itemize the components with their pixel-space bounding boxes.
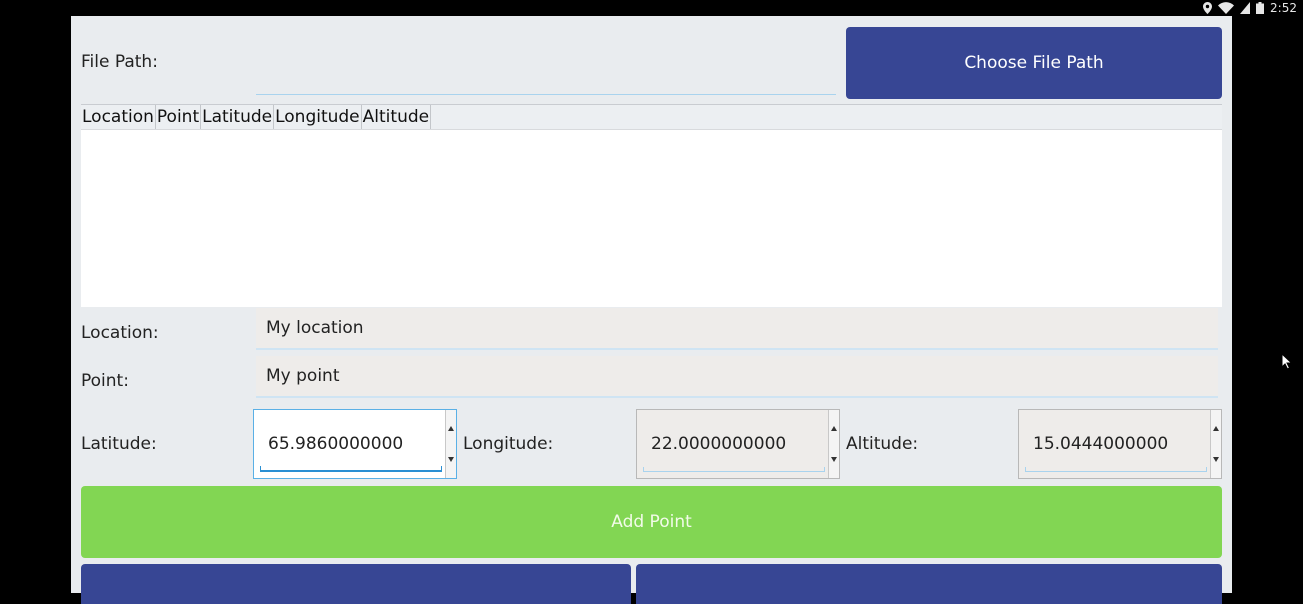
latitude-spinbox[interactable]: 65.9860000000: [253, 409, 457, 479]
latitude-label: Latitude:: [81, 434, 157, 454]
location-input[interactable]: My location: [256, 308, 1218, 350]
arrow-down-icon[interactable]: [1213, 457, 1219, 462]
longitude-label: Longitude:: [463, 434, 554, 454]
column-header-latitude[interactable]: Latitude: [201, 105, 275, 129]
add-point-button[interactable]: Add Point: [81, 486, 1222, 558]
location-label: Location:: [81, 323, 159, 343]
column-header-point[interactable]: Point: [156, 105, 202, 129]
table-header: Location Point Latitude Longitude Altitu…: [81, 105, 1222, 130]
mouse-cursor-icon: [1281, 353, 1292, 370]
file-path-label: File Path:: [81, 52, 158, 72]
wifi-icon: [1218, 2, 1235, 14]
altitude-underline: [1025, 467, 1207, 472]
altitude-spinbox[interactable]: 15.0444000000: [1018, 409, 1222, 479]
longitude-underline: [643, 467, 825, 472]
latitude-underline: [260, 466, 442, 472]
bottom-right-button[interactable]: [636, 564, 1222, 604]
arrow-up-icon[interactable]: [1213, 426, 1219, 431]
column-header-longitude[interactable]: Longitude: [274, 105, 362, 129]
column-header-location[interactable]: Location: [81, 105, 156, 129]
status-icons: 2:52: [1203, 0, 1297, 16]
signal-icon: [1240, 2, 1251, 14]
altitude-label: Altitude:: [846, 434, 919, 454]
file-path-input[interactable]: [256, 54, 836, 95]
point-input[interactable]: My point: [256, 356, 1218, 398]
battery-icon: [1256, 2, 1265, 14]
column-header-altitude[interactable]: Altitude: [362, 105, 432, 129]
choose-file-path-button[interactable]: Choose File Path: [846, 27, 1222, 99]
bottom-left-button[interactable]: [81, 564, 631, 604]
latitude-stepper[interactable]: [445, 410, 456, 478]
app-window: File Path: Choose File Path Location Poi…: [71, 16, 1232, 604]
longitude-spinbox[interactable]: 22.0000000000: [636, 409, 840, 479]
points-table[interactable]: Location Point Latitude Longitude Altitu…: [81, 104, 1222, 307]
arrow-up-icon[interactable]: [448, 426, 454, 431]
arrow-down-icon[interactable]: [448, 457, 454, 462]
altitude-stepper[interactable]: [1210, 410, 1221, 478]
arrow-down-icon[interactable]: [831, 457, 837, 462]
arrow-up-icon[interactable]: [831, 426, 837, 431]
location-icon: [1203, 2, 1213, 14]
point-label: Point:: [81, 371, 129, 391]
status-bar: 2:52: [0, 0, 1303, 16]
longitude-stepper[interactable]: [828, 410, 839, 478]
status-time: 2:52: [1270, 1, 1297, 15]
